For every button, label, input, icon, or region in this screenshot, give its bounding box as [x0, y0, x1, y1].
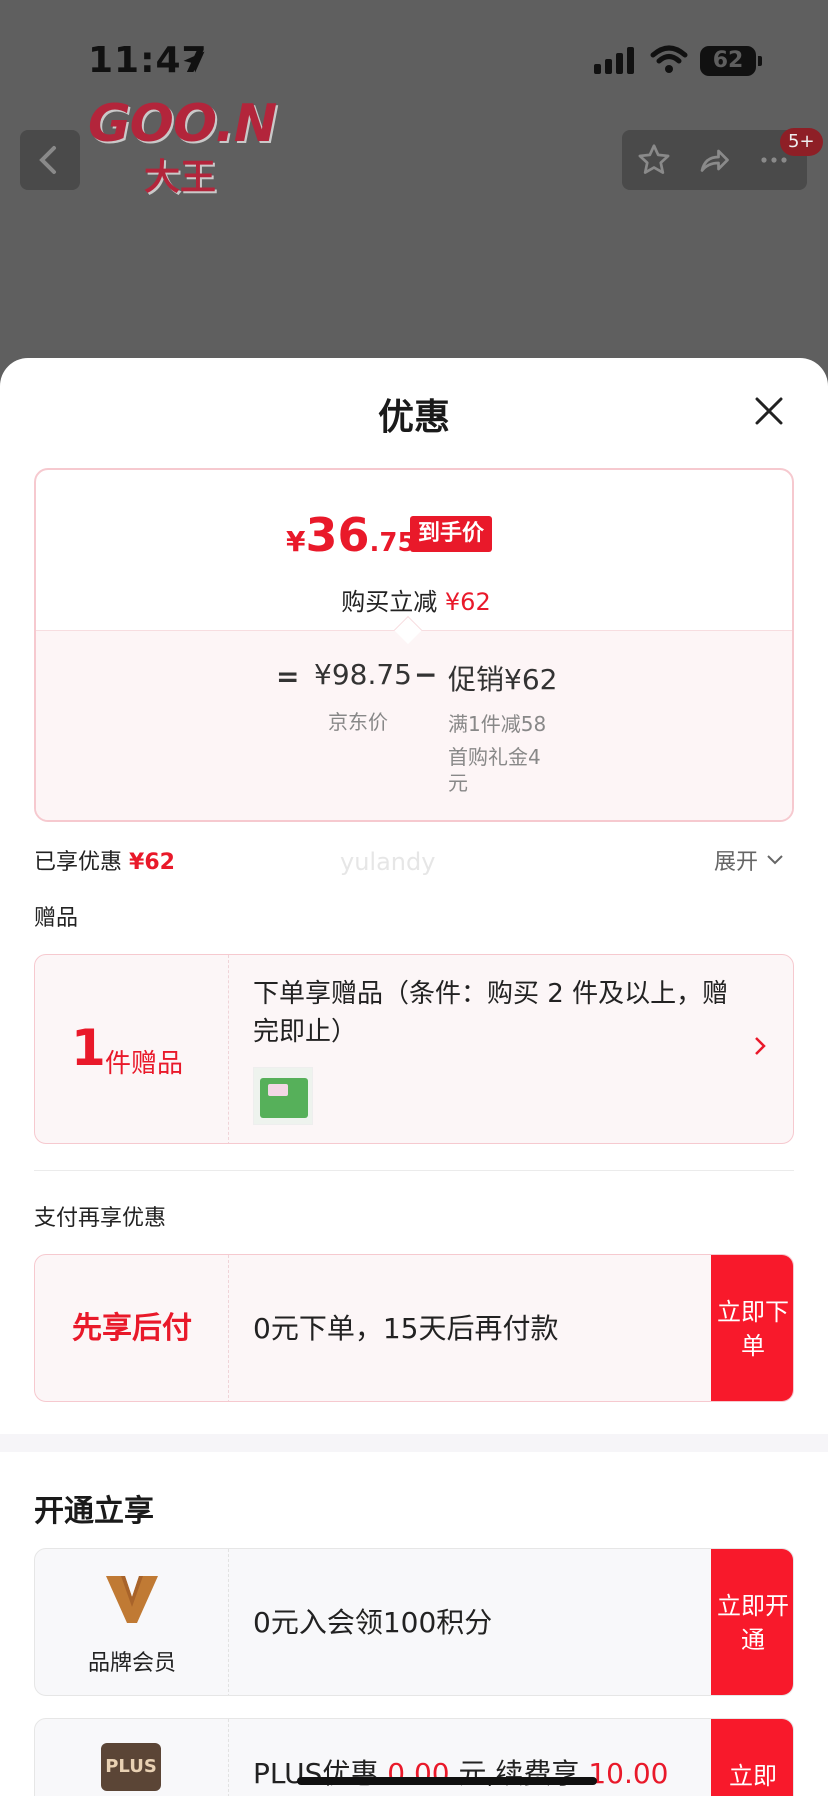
- watermark: yulandy: [340, 848, 436, 876]
- brand-logo: GOO.N 大王: [88, 88, 277, 198]
- final-price: ¥36.75: [286, 508, 416, 562]
- final-price-card: ¥36.75 到手价 购买立减 ¥62 = ¥98.75 京东价 − 促销¥62…: [34, 468, 794, 822]
- plus-logo: PLUS: [101, 1743, 161, 1791]
- gift-count-panel: 1 件赠品: [35, 955, 229, 1143]
- plus-open-button[interactable]: 立即: [711, 1719, 793, 1796]
- star-icon[interactable]: [636, 142, 672, 178]
- chevron-left-icon: [39, 146, 56, 174]
- expand-button[interactable]: 展开: [714, 844, 784, 876]
- instant-discount-label: 购买立减: [341, 588, 438, 616]
- jd-price: ¥98.75: [314, 658, 412, 691]
- minus-sign: −: [414, 658, 438, 691]
- enjoyed-discount-value: ¥62: [129, 850, 175, 875]
- join-now-button[interactable]: 立即开通: [711, 1549, 793, 1695]
- plus-renew-label: 元,续费享: [458, 1757, 580, 1790]
- location-arrow-icon: [183, 51, 205, 73]
- equals-sign: =: [276, 660, 300, 693]
- jd-price-label: 京东价: [328, 710, 388, 734]
- share-icon[interactable]: [696, 142, 732, 178]
- gift-count: 1: [71, 1019, 106, 1077]
- gift-description: 下单享赠品（条件：购买 2 件及以上，赠完即止）: [253, 979, 729, 1047]
- enjoyed-discount-label: 已享优惠: [34, 850, 123, 875]
- pay-later-text: 0元下单，15天后再付款: [253, 1312, 559, 1345]
- brand-member-name: 品牌会员: [87, 1651, 176, 1676]
- cellular-signal-icon: [594, 46, 634, 74]
- sheet-title: 优惠: [377, 397, 450, 438]
- gift-section-label: 赠品: [34, 906, 79, 931]
- brand-member-panel: 品牌会员: [35, 1549, 229, 1695]
- pay-later-panel: 先享后付: [35, 1255, 229, 1401]
- order-now-button[interactable]: 立即下单: [711, 1255, 793, 1401]
- chevron-down-icon: [767, 855, 783, 865]
- chevron-right-icon[interactable]: [753, 1035, 767, 1057]
- close-icon[interactable]: [752, 394, 786, 428]
- gift-count-unit: 件赠品: [105, 1049, 184, 1079]
- logo-text: GOO.N: [88, 94, 277, 154]
- brand-member-card[interactable]: 品牌会员 0元入会领100积分 立即开通: [34, 1548, 794, 1696]
- plus-offer-label: PLUS优惠: [253, 1757, 379, 1790]
- instant-discount: 购买立减 ¥62: [36, 582, 792, 617]
- wifi-icon: [650, 45, 688, 73]
- plus-panel: PLUS: [35, 1719, 229, 1796]
- home-indicator: [297, 1777, 597, 1785]
- battery-icon: 62: [700, 46, 762, 76]
- price-integer: 36: [305, 508, 370, 562]
- discount-sheet: 优惠 ¥36.75 到手价 购买立减 ¥62 = ¥98.75 京东价 − 促销…: [0, 358, 828, 1796]
- gift-card[interactable]: 1 件赠品 下单享赠品（条件：购买 2 件及以上，赠完即止）: [34, 954, 794, 1144]
- final-price-tag: 到手价: [410, 516, 493, 552]
- plus-renew-amount: 10.00: [588, 1757, 669, 1790]
- back-button[interactable]: [20, 130, 80, 190]
- notification-badge: 5+: [780, 128, 823, 156]
- currency-symbol: ¥: [286, 525, 306, 558]
- plus-amount: 0.00: [387, 1757, 450, 1790]
- section-divider: [34, 1170, 794, 1171]
- plus-member-card[interactable]: PLUS PLUS优惠 0.00 元,续费享 10.00 立即: [34, 1718, 794, 1796]
- brand-member-logo-icon: [106, 1576, 158, 1623]
- pay-section-label: 支付再享优惠: [34, 1206, 167, 1231]
- expand-label: 展开: [714, 850, 759, 875]
- promo-amount: 促销¥62: [448, 663, 558, 696]
- instant-discount-value: ¥62: [444, 588, 491, 616]
- enjoyed-discount: 已享优惠 ¥62: [34, 844, 175, 876]
- promo-detail: 首购礼金4元: [448, 745, 541, 795]
- open-section-title: 开通立享: [34, 1494, 154, 1529]
- promo-detail: 满1件减58: [448, 712, 547, 736]
- logo-subtext: 大王: [144, 157, 217, 198]
- pay-later-card[interactable]: 先享后付 0元下单，15天后再付款 立即下单: [34, 1254, 794, 1402]
- section-separator: [0, 1434, 828, 1452]
- gift-product-thumbnail[interactable]: [253, 1067, 313, 1125]
- brand-member-text: 0元入会领100积分: [253, 1606, 493, 1639]
- price-decimal: .75: [369, 528, 416, 558]
- pay-later-label: 先享后付: [72, 1311, 192, 1346]
